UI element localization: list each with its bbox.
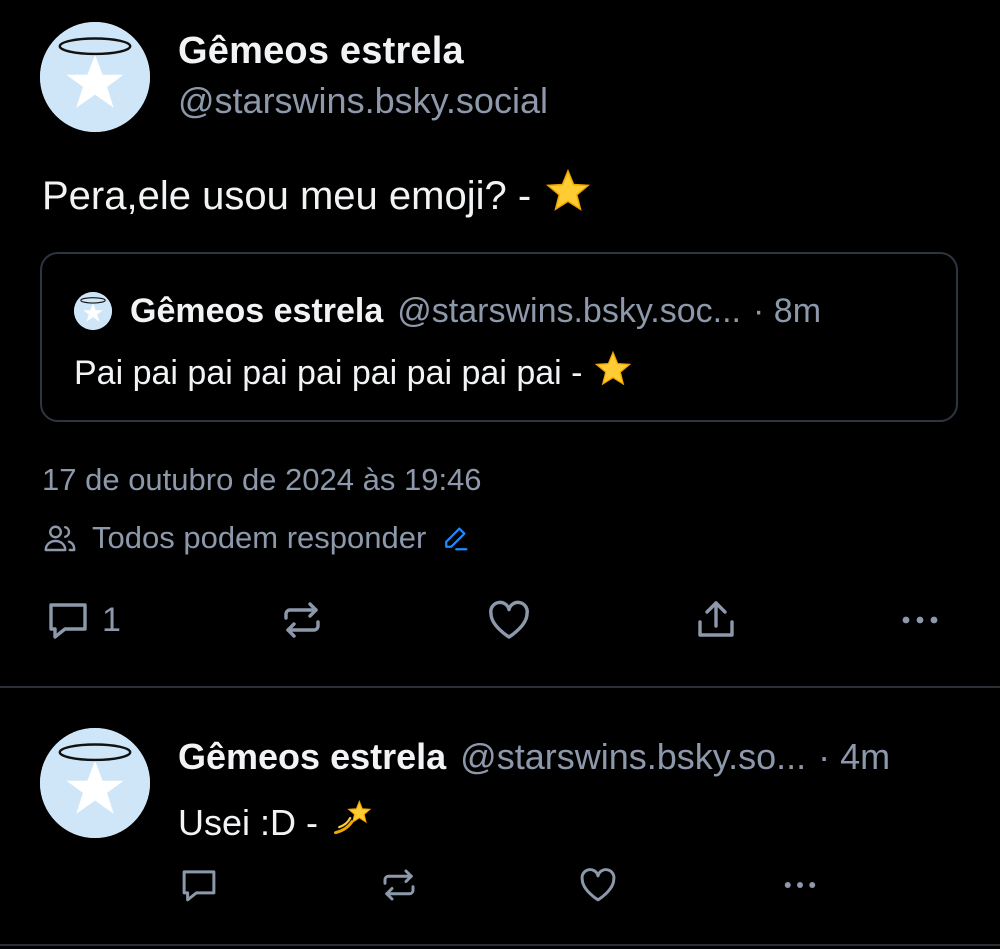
more-button[interactable] [896, 596, 944, 644]
more-icon [902, 616, 938, 624]
reply-setting[interactable]: Todos podem responder [42, 520, 470, 556]
post-text-content: Pera,ele usou meu emoji? - [42, 173, 532, 218]
quote-header: Gêmeos estrela @starswins.bsky.soc... · … [130, 292, 940, 331]
dizzy-emoji [330, 796, 374, 849]
divider [0, 686, 1000, 688]
author-name[interactable]: Gêmeos estrela [178, 30, 464, 73]
star-emoji [594, 350, 632, 397]
reply-button[interactable]: 1 [44, 596, 121, 644]
star-avatar-icon [40, 22, 150, 132]
share-button[interactable] [692, 596, 740, 644]
star-avatar-icon [40, 728, 150, 838]
reply-author-handle[interactable]: @starswins.bsky.so... [460, 736, 806, 778]
avatar[interactable] [40, 22, 150, 132]
reply-avatar[interactable] [40, 728, 150, 838]
repost-icon [284, 602, 320, 638]
repost-icon [383, 869, 415, 901]
author-handle[interactable]: @starswins.bsky.social [178, 80, 548, 122]
post-text: Pera,ele usou meu emoji? - [42, 168, 591, 224]
reply-repost-button[interactable] [378, 864, 420, 906]
star-emoji [545, 168, 591, 224]
reply-time: · 4m [818, 736, 891, 777]
reply-count: 1 [102, 600, 121, 639]
quote-time: · 8m [753, 292, 822, 330]
comment-icon [182, 870, 216, 902]
share-icon [698, 601, 734, 637]
heart-icon [489, 600, 529, 639]
reply-more-button[interactable] [778, 864, 822, 906]
comment-icon [49, 603, 87, 639]
reply-header[interactable]: Gêmeos estrela @starswins.bsky.so... · 4… [178, 736, 968, 778]
reply-text: Usei :D - [178, 796, 374, 849]
people-icon [44, 525, 76, 552]
quote-text: Pai pai pai pai pai pai pai pai pai - [74, 350, 632, 397]
reply-setting-label: Todos podem responder [92, 520, 427, 555]
heart-icon [580, 868, 616, 902]
more-icon [784, 882, 816, 888]
like-button[interactable] [484, 596, 534, 644]
divider [0, 944, 1000, 946]
reply-like-button[interactable] [576, 864, 620, 906]
quote-avatar [74, 292, 112, 330]
reply-author-name[interactable]: Gêmeos estrela [178, 736, 446, 778]
quote-text-content: Pai pai pai pai pai pai pai pai pai - [74, 354, 583, 392]
quote-card[interactable]: Gêmeos estrela @starswins.bsky.soc... · … [40, 252, 958, 422]
reply-text-content: Usei :D - [178, 801, 319, 843]
reply-reply-button[interactable] [178, 864, 220, 906]
star-avatar-icon [74, 292, 112, 330]
quote-author-name: Gêmeos estrela [130, 292, 384, 330]
repost-button[interactable] [278, 596, 326, 644]
pencil-icon[interactable] [440, 523, 470, 553]
quote-author-handle: @starswins.bsky.soc... [397, 292, 742, 330]
post-timestamp: 17 de outubro de 2024 às 19:46 [42, 462, 482, 497]
